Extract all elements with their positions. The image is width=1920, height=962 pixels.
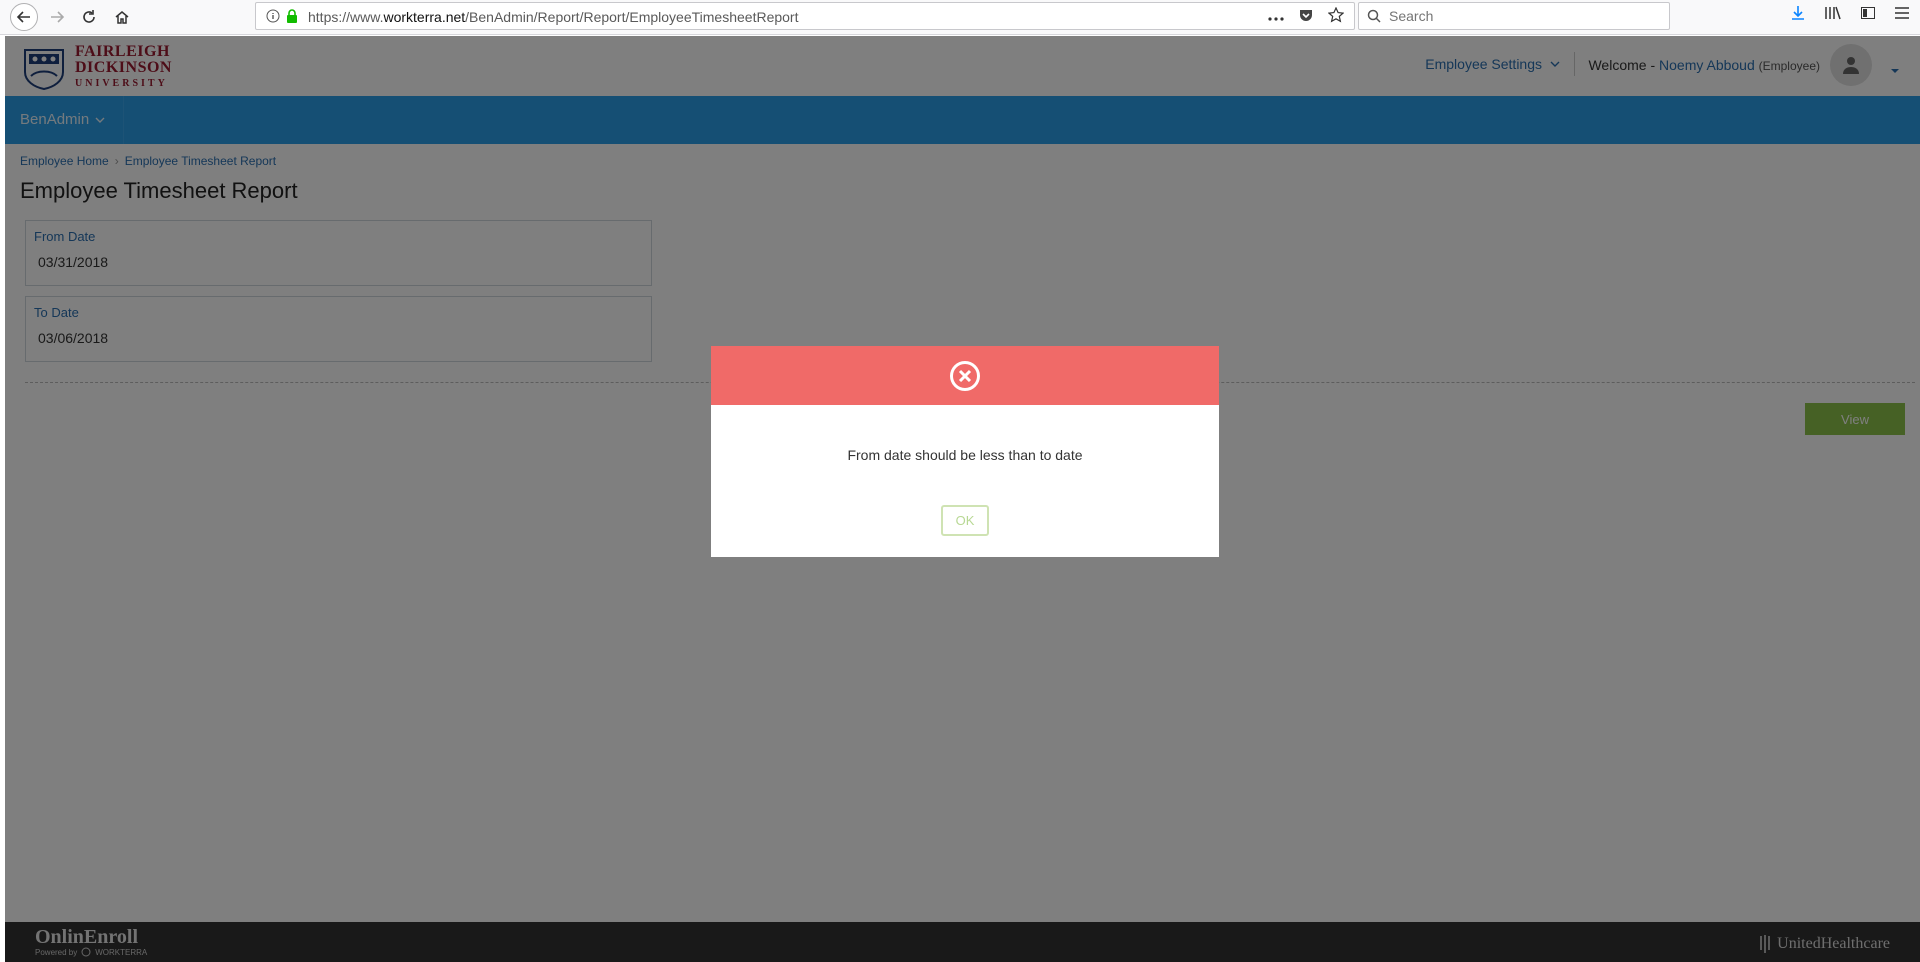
url-bar[interactable]: https://www.workterra.net/BenAdmin/Repor… (255, 2, 1355, 30)
hamburger-menu-icon[interactable] (1894, 6, 1910, 25)
ok-button[interactable]: OK (941, 505, 989, 536)
reload-button[interactable] (75, 3, 103, 31)
reload-icon (83, 10, 95, 23)
search-icon (1367, 9, 1381, 26)
url-path: /BenAdmin/Report/Report/EmployeeTimeshee… (465, 9, 799, 25)
pocket-icon[interactable] (1298, 7, 1314, 26)
lock-icon (286, 9, 298, 26)
library-icon[interactable] (1824, 5, 1842, 26)
more-actions-icon[interactable] (1268, 9, 1284, 25)
url-actions (1268, 6, 1345, 26)
browser-tools (1790, 5, 1910, 26)
error-modal: From date should be less than to date OK (711, 346, 1219, 557)
error-circle-x-icon (950, 360, 980, 391)
home-button[interactable] (108, 3, 136, 31)
search-input[interactable] (1389, 8, 1649, 24)
forward-button[interactable] (43, 3, 71, 31)
arrow-left-icon (16, 11, 30, 23)
browser-toolbar: https://www.workterra.net/BenAdmin/Repor… (0, 0, 1920, 35)
info-icon[interactable] (266, 9, 280, 26)
url-text: https://www.workterra.net/BenAdmin/Repor… (308, 9, 798, 25)
browser-search[interactable] (1358, 2, 1670, 30)
back-button[interactable] (10, 3, 38, 31)
download-icon[interactable] (1790, 5, 1806, 26)
arrow-right-icon (51, 11, 65, 23)
home-icon (115, 11, 129, 24)
modal-header (711, 346, 1219, 405)
modal-message: From date should be less than to date (847, 447, 1083, 463)
url-domain: workterra.net (383, 9, 466, 25)
bookmark-star-icon[interactable] (1327, 6, 1345, 26)
url-prefix: https://www. (308, 9, 384, 25)
sidebar-icon[interactable] (1860, 5, 1876, 26)
